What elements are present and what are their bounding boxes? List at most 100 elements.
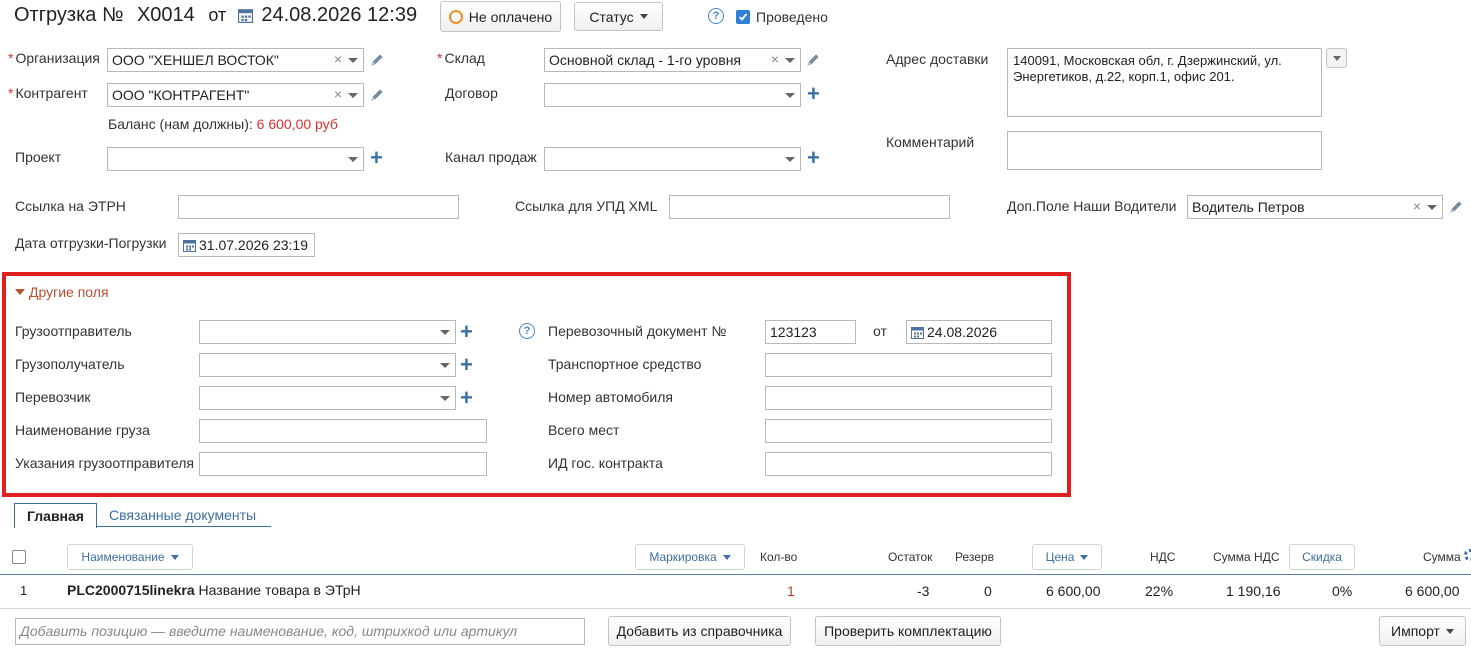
add-shipper-plus-icon[interactable]: + (460, 321, 473, 343)
comment-label: Комментарий (886, 134, 975, 150)
tab-main[interactable]: Главная (14, 503, 97, 528)
add-consignee-plus-icon[interactable]: + (460, 354, 473, 376)
required-mark: * (437, 50, 443, 66)
doc-date[interactable]: 24.08.2026 12:39 (261, 4, 417, 26)
comment-textarea[interactable] (1007, 131, 1322, 170)
calendar-icon[interactable] (911, 326, 924, 339)
address-expand-button[interactable] (1326, 48, 1347, 68)
clear-icon[interactable]: × (334, 86, 342, 102)
title-prefix: Отгрузка № (14, 4, 124, 26)
add-project-plus-icon[interactable]: + (370, 147, 383, 169)
column-stock-header: Остаток (888, 550, 933, 564)
add-carrier-plus-icon[interactable]: + (460, 387, 473, 409)
shipment-date-input[interactable]: 31.07.2026 23:19 (178, 233, 315, 257)
help-icon[interactable]: ? (519, 323, 535, 339)
transport-doc-number-input[interactable]: 123123 (765, 320, 856, 344)
row-qty[interactable]: 1 (787, 583, 795, 599)
column-discount-header[interactable]: Скидка (1289, 544, 1355, 570)
chevron-down-icon[interactable] (348, 93, 358, 98)
column-sum-header: Сумма (1423, 550, 1461, 564)
add-position-input[interactable]: Добавить позицию — введите наименование,… (15, 618, 585, 645)
sales-channel-select[interactable] (544, 147, 801, 171)
counterparty-select[interactable]: ООО "КОНТРАГЕНТ" × (107, 83, 364, 107)
etrn-link-input[interactable] (178, 195, 459, 219)
select-all-checkbox[interactable] (12, 550, 26, 564)
warehouse-select[interactable]: Основной склад - 1-го уровня × (544, 48, 801, 72)
drivers-select[interactable]: Водитель Петров × (1187, 195, 1443, 219)
edit-counterparty-icon[interactable] (370, 88, 384, 102)
calendar-icon[interactable] (183, 239, 196, 252)
transport-doc-date-input[interactable]: 24.08.2026 (906, 320, 1052, 344)
chevron-down-icon[interactable] (785, 93, 795, 98)
payment-status-button[interactable]: Не оплачено (440, 1, 561, 32)
chevron-down-icon[interactable] (440, 396, 450, 401)
column-marking-header[interactable]: Маркировка (635, 544, 745, 570)
drivers-value: Водитель Петров (1192, 199, 1305, 215)
add-sales-channel-plus-icon[interactable]: + (807, 147, 820, 169)
column-vat-sum-header: Сумма НДС (1213, 550, 1280, 564)
edit-warehouse-icon[interactable] (806, 53, 820, 67)
column-name-header[interactable]: Наименование (67, 544, 193, 570)
carrier-select[interactable] (199, 386, 456, 410)
help-icon[interactable]: ? (708, 8, 724, 24)
upd-link-input[interactable] (669, 195, 950, 219)
carrier-label: Перевозчик (15, 389, 91, 405)
row-price[interactable]: 6 600,00 (1046, 583, 1101, 599)
status-button[interactable]: Статус (574, 2, 663, 31)
edit-drivers-icon[interactable] (1449, 200, 1463, 214)
vehicle-input[interactable] (765, 353, 1052, 377)
chevron-down-icon (1080, 554, 1089, 560)
clear-icon[interactable]: × (334, 51, 342, 67)
tab-related-documents[interactable]: Связанные документы (109, 507, 256, 523)
drivers-label: Доп.Поле Наши Водители (1007, 198, 1177, 214)
car-number-input[interactable] (765, 386, 1052, 410)
clear-icon[interactable]: × (1413, 198, 1421, 214)
add-from-catalog-button[interactable]: Добавить из справочника (608, 616, 791, 646)
row-number: 1 (20, 583, 28, 598)
title-from: от (208, 5, 227, 25)
add-contract-plus-icon[interactable]: + (807, 83, 820, 105)
check-kit-button[interactable]: Проверить комплектацию (815, 616, 1001, 646)
total-places-input[interactable] (765, 419, 1052, 443)
chevron-down-icon[interactable] (440, 363, 450, 368)
contract-select[interactable] (544, 83, 801, 107)
calendar-icon[interactable] (238, 8, 253, 23)
chevron-down-icon[interactable] (785, 58, 795, 63)
table-row-divider (0, 608, 1471, 609)
chevron-down-icon[interactable] (440, 330, 450, 335)
balance-text: Баланс (нам должны): 6 600,00 руб (108, 116, 338, 132)
chevron-down-icon[interactable] (348, 157, 358, 162)
gov-contract-input[interactable] (765, 452, 1052, 476)
etrn-link-label: Ссылка на ЭТРН (15, 198, 126, 214)
chevron-down-icon[interactable] (1427, 205, 1437, 210)
other-fields-toggle[interactable]: Другие поля (15, 284, 109, 300)
import-button[interactable]: Импорт (1379, 616, 1466, 646)
edit-organization-icon[interactable] (370, 53, 384, 67)
clear-icon[interactable]: × (771, 51, 779, 67)
doc-number[interactable]: Х0014 (137, 4, 195, 26)
organization-select[interactable]: ООО "ХЕНШЕЛ ВОСТОК" × (107, 48, 364, 72)
total-places-label: Всего мест (548, 422, 620, 438)
column-price-header[interactable]: Цена (1032, 544, 1102, 570)
row-vat-sum: 1 190,16 (1226, 583, 1281, 599)
counterparty-value: ООО "КОНТРАГЕНТ" (112, 87, 250, 103)
chevron-down-icon[interactable] (785, 157, 795, 162)
sales-channel-label: Канал продаж (445, 149, 537, 165)
gov-contract-label: ИД гос. контракта (548, 455, 663, 471)
settings-gear-icon[interactable] (1464, 549, 1471, 561)
shipper-instructions-label: Указания грузоотправителя (15, 455, 194, 471)
row-discount[interactable]: 0% (1332, 583, 1352, 599)
chevron-down-icon[interactable] (348, 58, 358, 63)
posted-checkbox[interactable] (736, 10, 750, 24)
shipper-select[interactable] (199, 320, 456, 344)
row-product[interactable]: PLC2000715linekra Название товара в ЭТрН (67, 582, 361, 598)
cargo-name-input[interactable] (199, 419, 487, 443)
chevron-down-icon (1332, 55, 1341, 61)
consignee-select[interactable] (199, 353, 456, 377)
delivery-address-textarea[interactable]: 140091, Московская обл, г. Дзержинский, … (1007, 48, 1322, 117)
row-vat[interactable]: 22% (1145, 583, 1173, 599)
status-ring-icon (448, 9, 463, 24)
shipper-instructions-input[interactable] (199, 452, 487, 476)
project-select[interactable] (107, 147, 364, 171)
column-reserve-header: Резерв (955, 550, 994, 564)
